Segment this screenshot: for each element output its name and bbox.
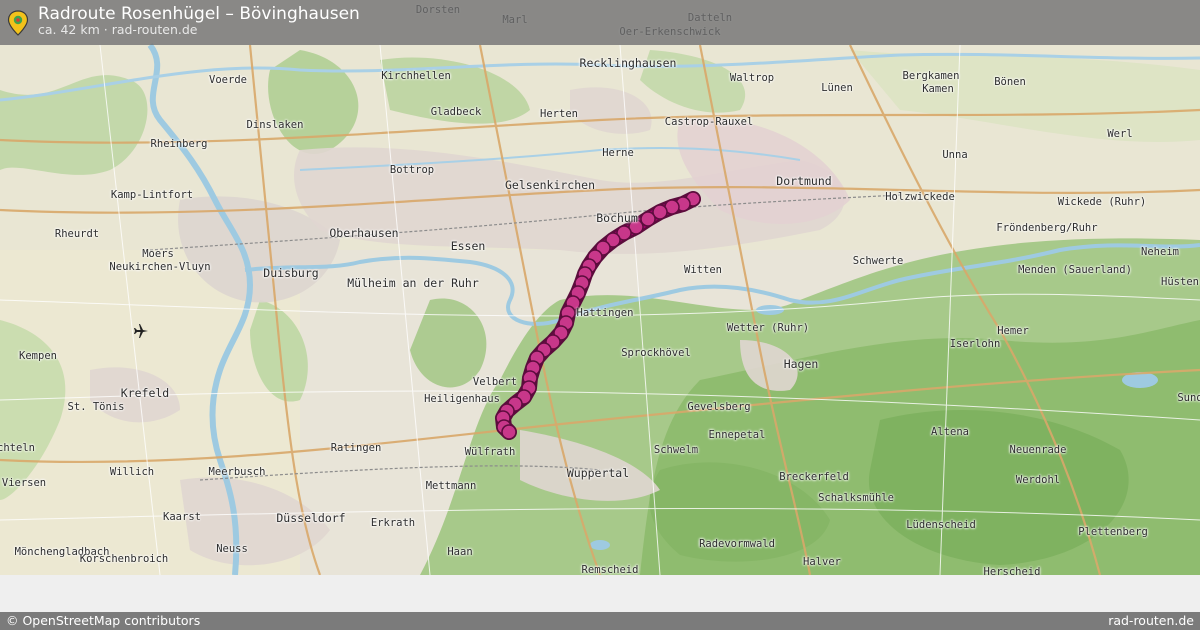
place-label-menden: Menden (Sauerland) <box>1018 264 1132 276</box>
title-bar: Radroute Rosenhügel – Bövinghausen ca. 4… <box>0 0 1200 45</box>
place-label-kaarst: Kaarst <box>163 511 201 523</box>
route-subtitle: ca. 42 km · rad-routen.de <box>38 22 198 37</box>
place-label-rheinberg: Rheinberg <box>150 138 208 150</box>
place-label-witten: Witten <box>684 264 722 276</box>
place-label-plettenberg: Plettenberg <box>1078 526 1148 538</box>
place-label-breckerfeld: Breckerfeld <box>779 471 849 483</box>
place-label-sttoenis: St. Tönis <box>67 401 125 413</box>
route-waypoint <box>501 424 517 440</box>
place-label-velbert: Velbert <box>472 376 518 388</box>
place-label-bergkamen: Bergkamen <box>902 70 960 82</box>
place-label-krefeld: Krefeld <box>120 386 170 400</box>
place-label-castrop: Castrop-Rauxel <box>664 116 754 128</box>
place-label-herten: Herten <box>540 108 578 120</box>
place-label-korschenbroich: Korschenbroich <box>79 553 169 565</box>
place-label-unna: Unna <box>942 149 968 161</box>
place-label-waltrop: Waltrop <box>729 72 775 84</box>
place-label-schelm: chteln <box>0 442 35 454</box>
place-label-luenen: Lünen <box>821 82 853 94</box>
place-label-werdohl: Werdohl <box>1015 474 1061 486</box>
place-label-mettmann: Mettmann <box>425 480 477 492</box>
place-label-sprockhoevel: Sprockhövel <box>621 347 691 359</box>
place-label-wuelfrath: Wülfrath <box>464 446 516 458</box>
place-label-duisburg: Duisburg <box>263 266 319 280</box>
place-label-herne: Herne <box>602 147 634 159</box>
place-label-luedenscheid: Lüdenscheid <box>906 519 976 531</box>
place-label-muelheim: Mülheim an der Ruhr <box>347 276 479 290</box>
place-label-oberhausen: Oberhausen <box>329 226 399 240</box>
place-label-neuss: Neuss <box>216 543 248 555</box>
place-label-gladbeck: Gladbeck <box>430 106 482 118</box>
place-label-iserlohn: Iserlohn <box>949 338 1001 350</box>
place-label-huesten: Hüsten <box>1161 276 1199 288</box>
place-label-wickede: Wickede (Ruhr) <box>1057 196 1147 208</box>
place-label-schwerte: Schwerte <box>852 255 904 267</box>
place-label-recklinghausen: Recklinghausen <box>579 56 677 70</box>
airport-icon <box>134 324 148 338</box>
place-label-neuenrade: Neuenrade <box>1009 444 1067 456</box>
place-label-hagen: Hagen <box>783 357 819 371</box>
place-label-erkrath: Erkrath <box>370 517 416 529</box>
place-label-gevelsberg: Gevelsberg <box>687 401 751 413</box>
site-name[interactable]: rad-routen.de <box>1108 613 1194 628</box>
place-label-kirchhellen: Kirchhellen <box>381 70 451 82</box>
place-label-rheurdt: Rheurdt <box>54 228 100 240</box>
place-label-bochum: Bochum <box>596 211 638 225</box>
place-label-essen: Essen <box>450 239 486 253</box>
place-label-neukirchen: Neukirchen-Vluyn <box>109 261 211 273</box>
place-label-meerbusch: Meerbusch <box>208 466 266 478</box>
place-label-neheim: Neheim <box>1141 246 1179 258</box>
place-label-kamp: Kamp-Lintfort <box>110 189 194 201</box>
footer-bar: © OpenStreetMap contributors rad-routen.… <box>0 612 1200 630</box>
place-label-kamen: Kamen <box>922 83 954 95</box>
place-label-schalksmuehle: Schalksmühle <box>818 492 894 504</box>
map-canvas[interactable]: DorstenDattelnMarlOer-ErkenschwickVoerde… <box>0 0 1200 575</box>
place-label-remscheid: Remscheid <box>581 564 639 575</box>
place-label-duesseldorf: Düsseldorf <box>276 511 346 525</box>
place-label-holzwickede: Holzwickede <box>885 191 955 203</box>
route-title: Radroute Rosenhügel – Bövinghausen <box>38 4 360 24</box>
place-label-willich: Willich <box>109 466 155 478</box>
place-label-viersen: Viersen <box>1 477 47 489</box>
place-label-gelsenkirchen: Gelsenkirchen <box>504 178 596 192</box>
place-label-dortmund: Dortmund <box>776 174 832 188</box>
place-label-bottrop: Bottrop <box>389 164 435 176</box>
place-label-halver: Halver <box>803 556 841 568</box>
place-label-sund: Sund <box>1177 392 1200 404</box>
attribution-text[interactable]: © OpenStreetMap contributors <box>6 613 200 628</box>
location-pin-icon <box>7 10 29 36</box>
place-label-hemer: Hemer <box>997 325 1029 337</box>
place-label-herscheid: Herscheid <box>983 566 1041 575</box>
place-label-moers: Moers <box>142 248 174 260</box>
place-label-froendenberg: Fröndenberg/Ruhr <box>996 222 1098 234</box>
place-label-wuppertal: Wuppertal <box>566 466 630 480</box>
place-label-ennepetal: Ennepetal <box>708 429 766 441</box>
place-label-werl: Werl <box>1107 128 1133 140</box>
place-label-kempen: Kempen <box>19 350 57 362</box>
place-label-radevormwald: Radevormwald <box>699 538 775 550</box>
place-label-hattingen: Hattingen <box>576 307 634 319</box>
place-label-dinslaken: Dinslaken <box>246 119 304 131</box>
place-label-wetter: Wetter (Ruhr) <box>726 322 810 334</box>
place-label-ratingen: Ratingen <box>330 442 382 454</box>
place-label-altena: Altena <box>931 426 969 438</box>
place-label-boenen: Bönen <box>994 76 1026 88</box>
place-label-haan: Haan <box>447 546 473 558</box>
place-label-heiligenhaus: Heiligenhaus <box>424 393 500 405</box>
place-label-schwelm: Schwelm <box>653 444 699 456</box>
place-label-voerde: Voerde <box>209 74 247 86</box>
